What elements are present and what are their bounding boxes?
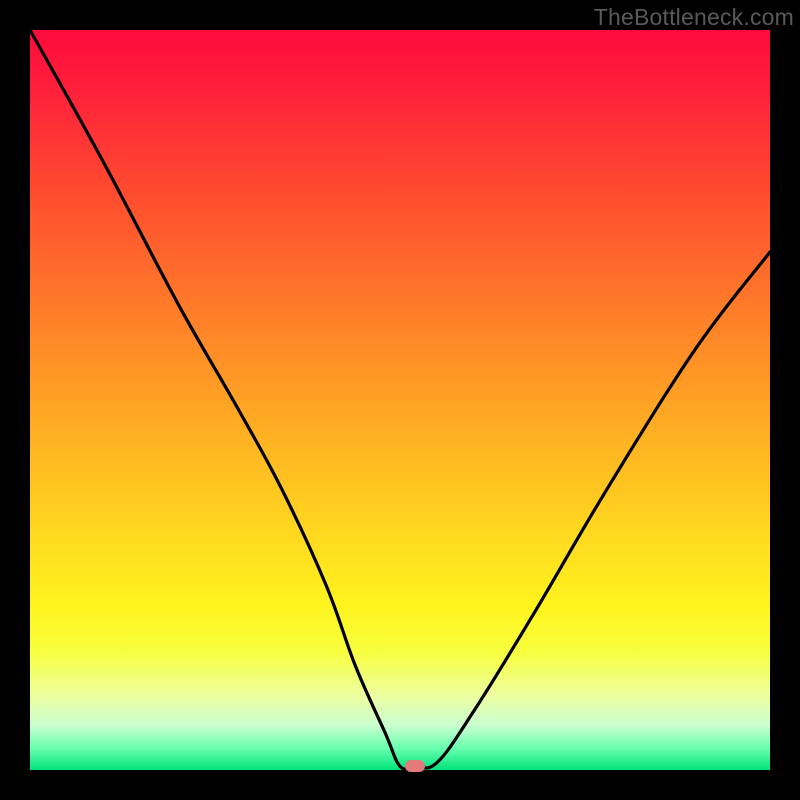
chart-plot-area bbox=[30, 30, 770, 770]
bottleneck-curve bbox=[30, 30, 770, 770]
chart-frame: TheBottleneck.com bbox=[0, 0, 800, 800]
optimal-point-marker bbox=[405, 760, 425, 772]
watermark-text: TheBottleneck.com bbox=[594, 4, 794, 31]
